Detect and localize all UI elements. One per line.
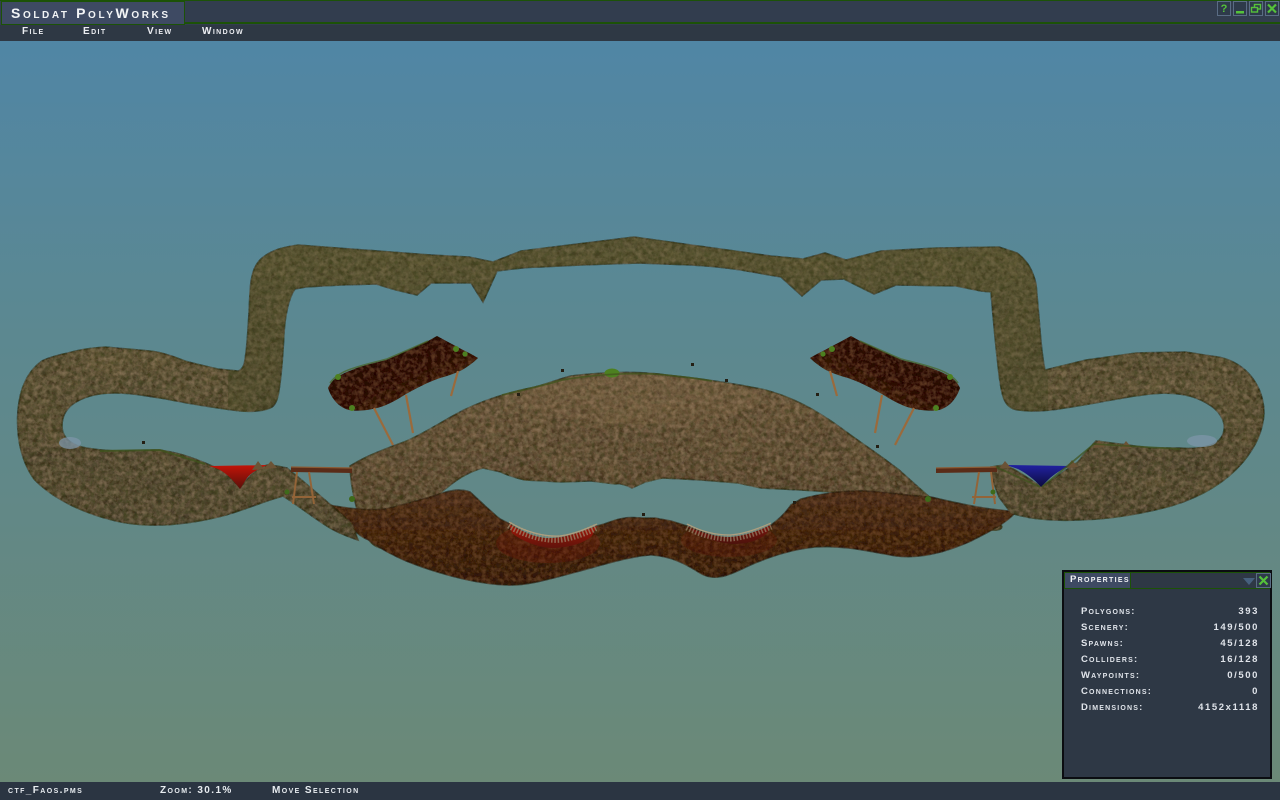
svg-text:?: ?: [1221, 3, 1228, 15]
